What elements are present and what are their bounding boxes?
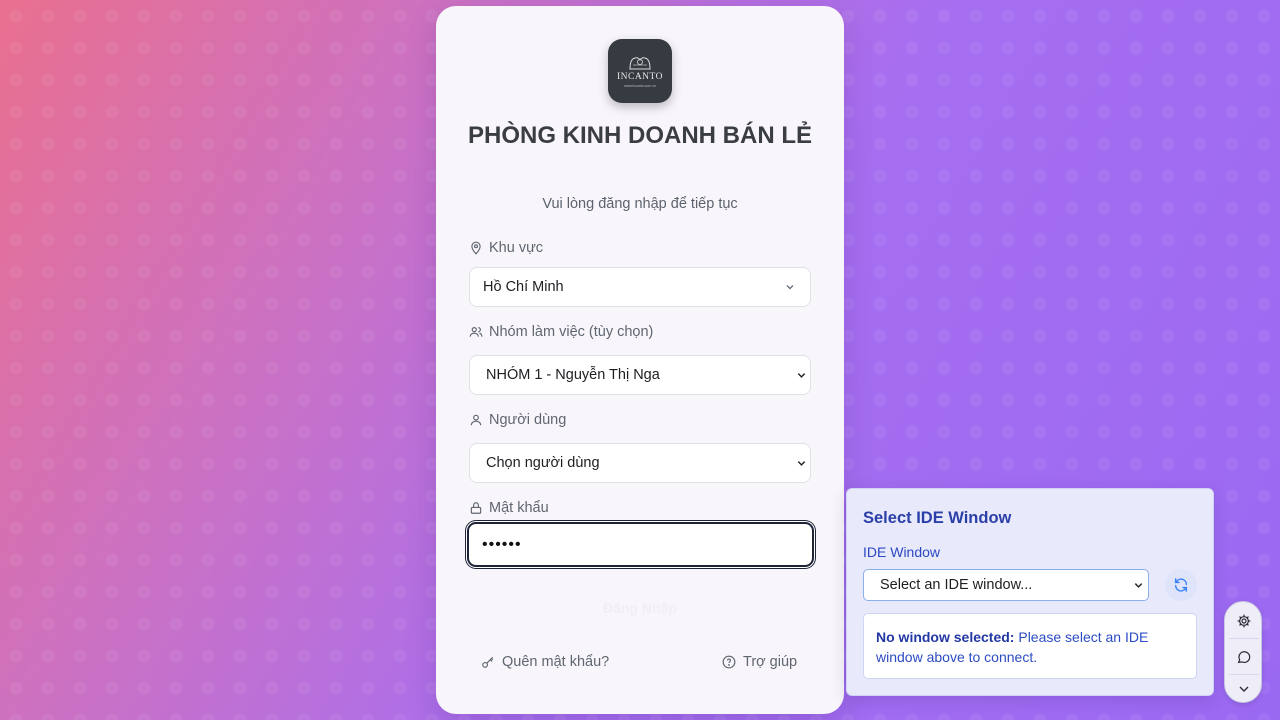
region-label: Khu vực [469,240,543,256]
lock-icon [470,502,482,514]
ide-window-label: IDE Window [863,544,941,560]
location-pin-icon [471,241,481,255]
chat-button[interactable] [1235,648,1253,666]
login-card: INCANTO www.incanto.com.vn PHÒNG KINH DO… [436,6,844,714]
users-icon [469,327,483,337]
user-select[interactable]: Chọn người dùng [469,443,811,483]
help-text: Trợ giúp [743,654,798,670]
toolbar-divider [1229,674,1259,675]
password-label: Mật khẩu [469,500,549,516]
user-label: Người dùng [469,412,566,428]
help-circle-icon [722,655,736,669]
password-input[interactable]: •••••• [467,522,814,567]
toolbar-divider [1229,638,1259,639]
group-label-text: Nhóm làm việc (tùy chọn) [489,324,654,340]
user-select-value: Chọn người dùng [486,455,600,471]
chevron-down-icon [797,373,806,378]
crest-icon [629,56,651,69]
side-toolbar [1224,601,1262,703]
region-select[interactable]: Hồ Chí Minh [469,267,811,307]
refresh-button[interactable] [1165,569,1197,601]
user-icon [470,414,482,426]
chevron-down-icon [797,461,806,466]
page-title: PHÒNG KINH DOANH BÁN LẺ [467,122,812,149]
notice-bold: No window selected: [876,629,1015,645]
chevron-down-icon [786,285,794,290]
help-link[interactable]: Trợ giúp [722,654,797,670]
logo-brand: INCANTO [616,71,664,82]
collapse-button[interactable] [1235,680,1253,698]
page-subtitle: Vui lòng đăng nhập để tiếp tục [542,196,738,212]
settings-button[interactable] [1235,612,1253,630]
forgot-password-text: Quên mật khẩu? [502,654,610,670]
ide-window-select[interactable]: Select an IDE window... [863,569,1149,601]
gear-icon [1237,614,1251,628]
ide-window-select-value: Select an IDE window... [880,577,1033,593]
group-select-value: NHÓM 1 - Nguyễn Thị Nga [486,367,660,383]
user-label-text: Người dùng [489,412,567,428]
password-label-text: Mật khẩu [489,500,549,516]
refresh-icon [1174,578,1188,592]
forgot-password-link[interactable]: Quên mật khẩu? [481,654,609,670]
chat-icon [1237,651,1251,664]
group-select[interactable]: NHÓM 1 - Nguyễn Thị Nga [469,355,811,395]
chevron-down-icon [1239,686,1249,692]
ide-panel-title: Select IDE Window [863,509,1012,527]
chevron-down-icon [1134,583,1143,588]
incanto-logo: INCANTO www.incanto.com.vn [608,39,672,103]
region-label-text: Khu vực [489,240,544,256]
region-select-value: Hồ Chí Minh [483,279,564,295]
logo-url: www.incanto.com.vn [624,83,656,88]
key-icon [482,656,494,668]
ide-window-panel: Select IDE Window IDE Window Select an I… [846,488,1214,696]
login-button[interactable]: Đăng Nhập [469,590,811,626]
group-label: Nhóm làm việc (tùy chọn) [469,324,653,340]
no-window-notice: No window selected: Please select an IDE… [863,613,1197,679]
